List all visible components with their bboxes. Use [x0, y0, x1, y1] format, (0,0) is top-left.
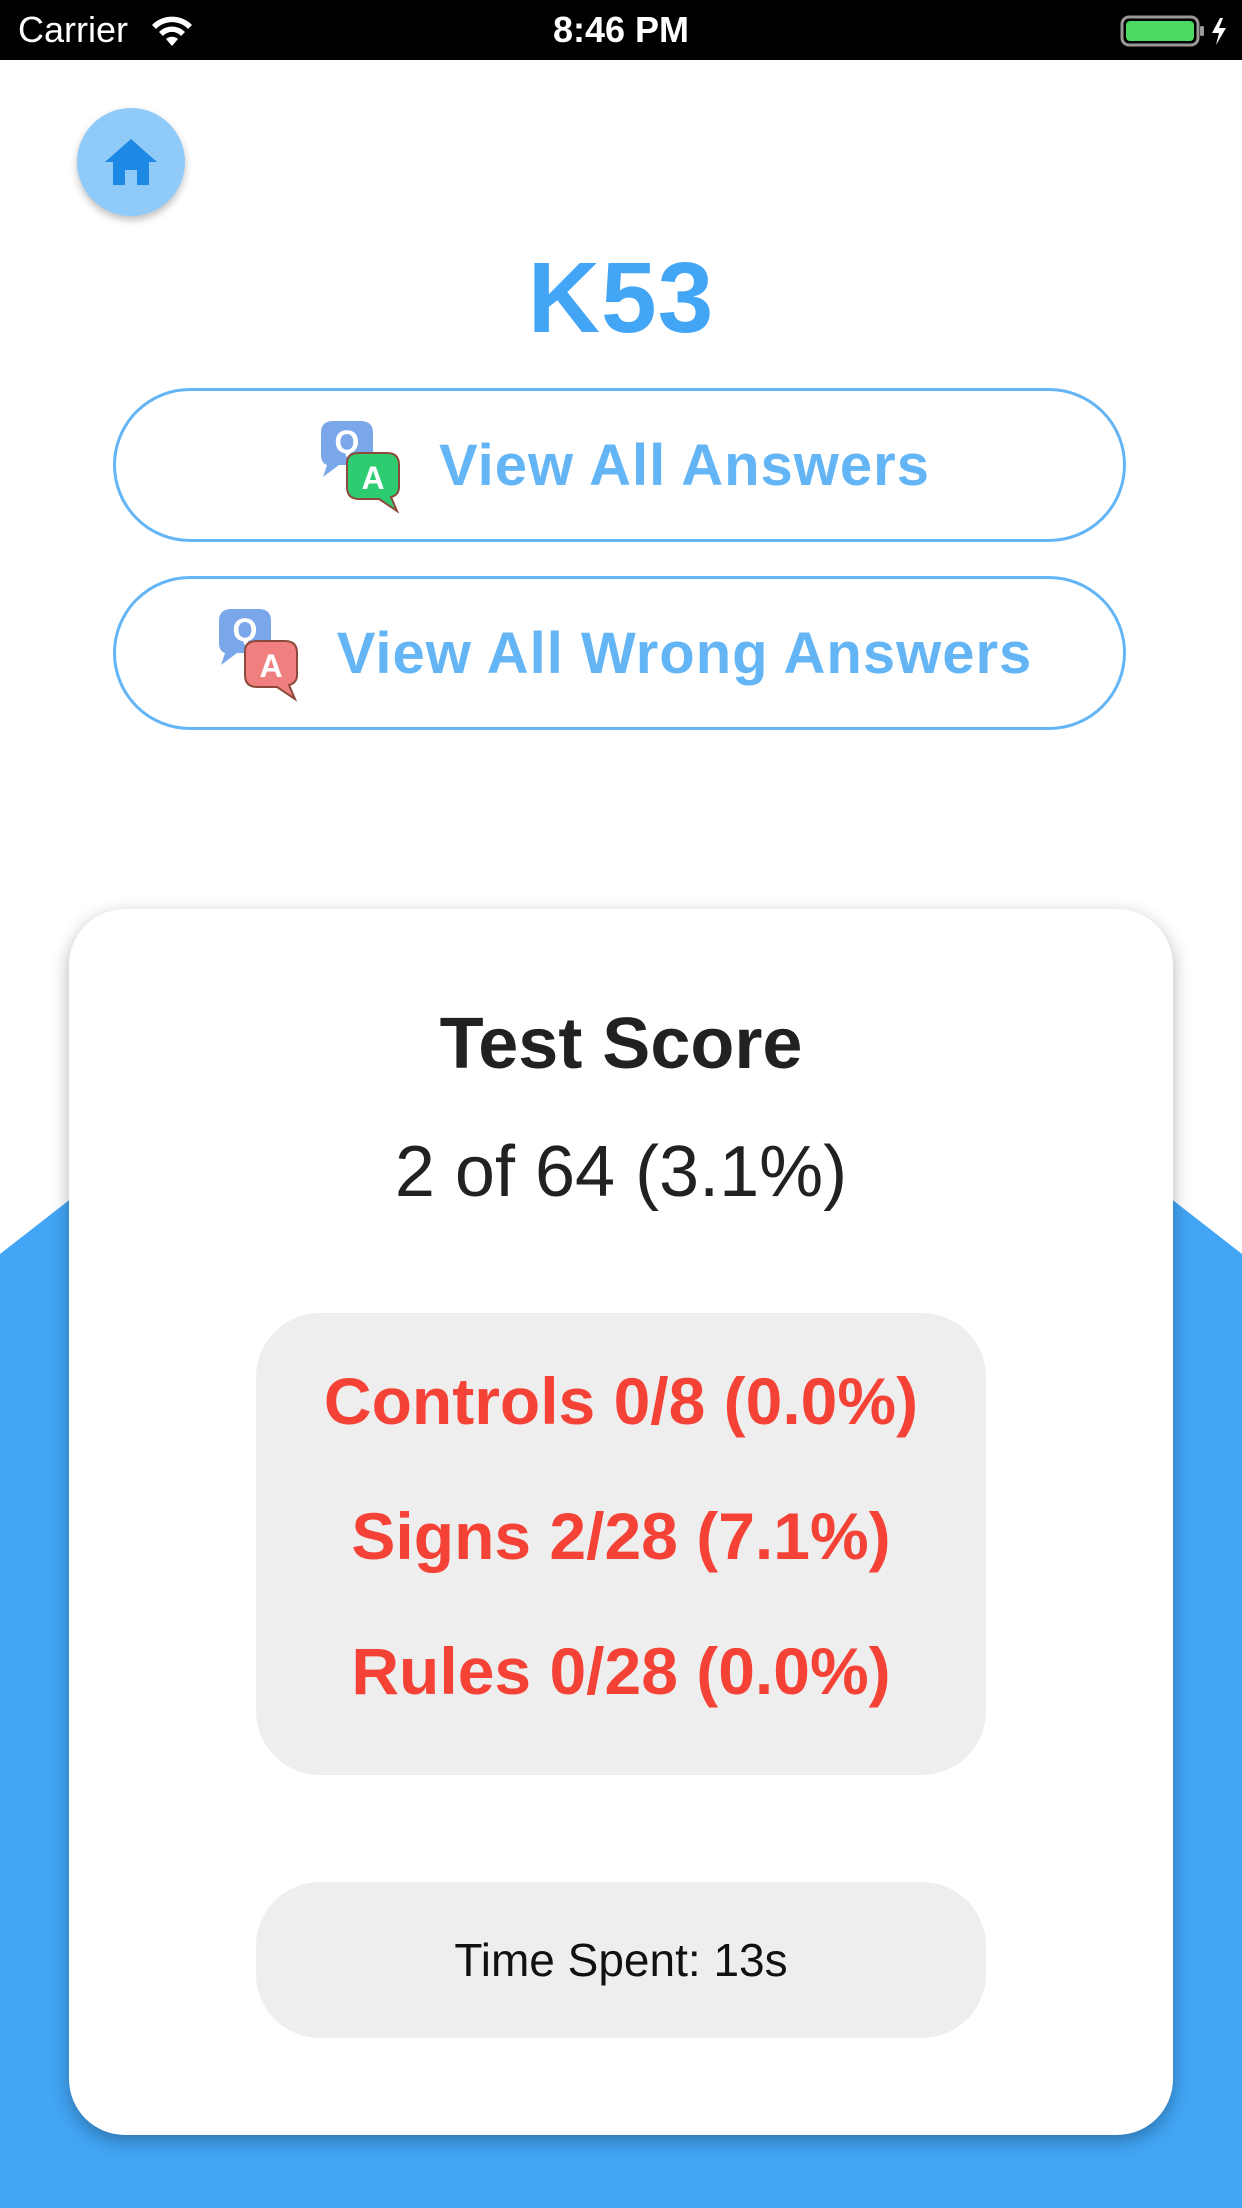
category-controls: Controls 0/8 (0.0%) — [323, 1364, 919, 1438]
status-bar: Carrier 8:46 PM — [0, 0, 1242, 60]
score-card: Test Score 2 of 64 (3.1%) Controls 0/8 (… — [69, 909, 1173, 2135]
category-breakdown: Controls 0/8 (0.0%) Signs 2/28 (7.1%) Ru… — [256, 1313, 986, 1775]
svg-text:A: A — [259, 648, 282, 684]
view-all-answers-label: View All Answers — [439, 432, 930, 498]
category-signs: Signs 2/28 (7.1%) — [351, 1499, 891, 1573]
score-value: 2 of 64 (3.1%) — [394, 1132, 848, 1212]
time-spent: Time Spent: 13s — [454, 1934, 788, 1986]
view-wrong-answers-label: View All Wrong Answers — [336, 620, 1033, 686]
svg-text:A: A — [361, 460, 384, 496]
view-wrong-answers-button[interactable]: Q A View All Wrong Answers — [113, 576, 1126, 730]
time-spent-box: Time Spent: 13s — [256, 1882, 986, 2038]
category-rules: Rules 0/28 (0.0%) — [351, 1634, 891, 1708]
view-all-answers-button[interactable]: Q A View All Answers — [113, 388, 1126, 542]
home-icon — [105, 139, 157, 185]
clock-time: 8:46 PM — [552, 9, 690, 50]
battery-icon — [1120, 15, 1226, 47]
home-button[interactable] — [77, 108, 185, 216]
page-title: K53 — [527, 242, 715, 354]
qa-wrong-icon: Q A — [218, 609, 298, 702]
qa-icon: Q A — [321, 421, 401, 514]
score-title: Test Score — [439, 1004, 803, 1084]
